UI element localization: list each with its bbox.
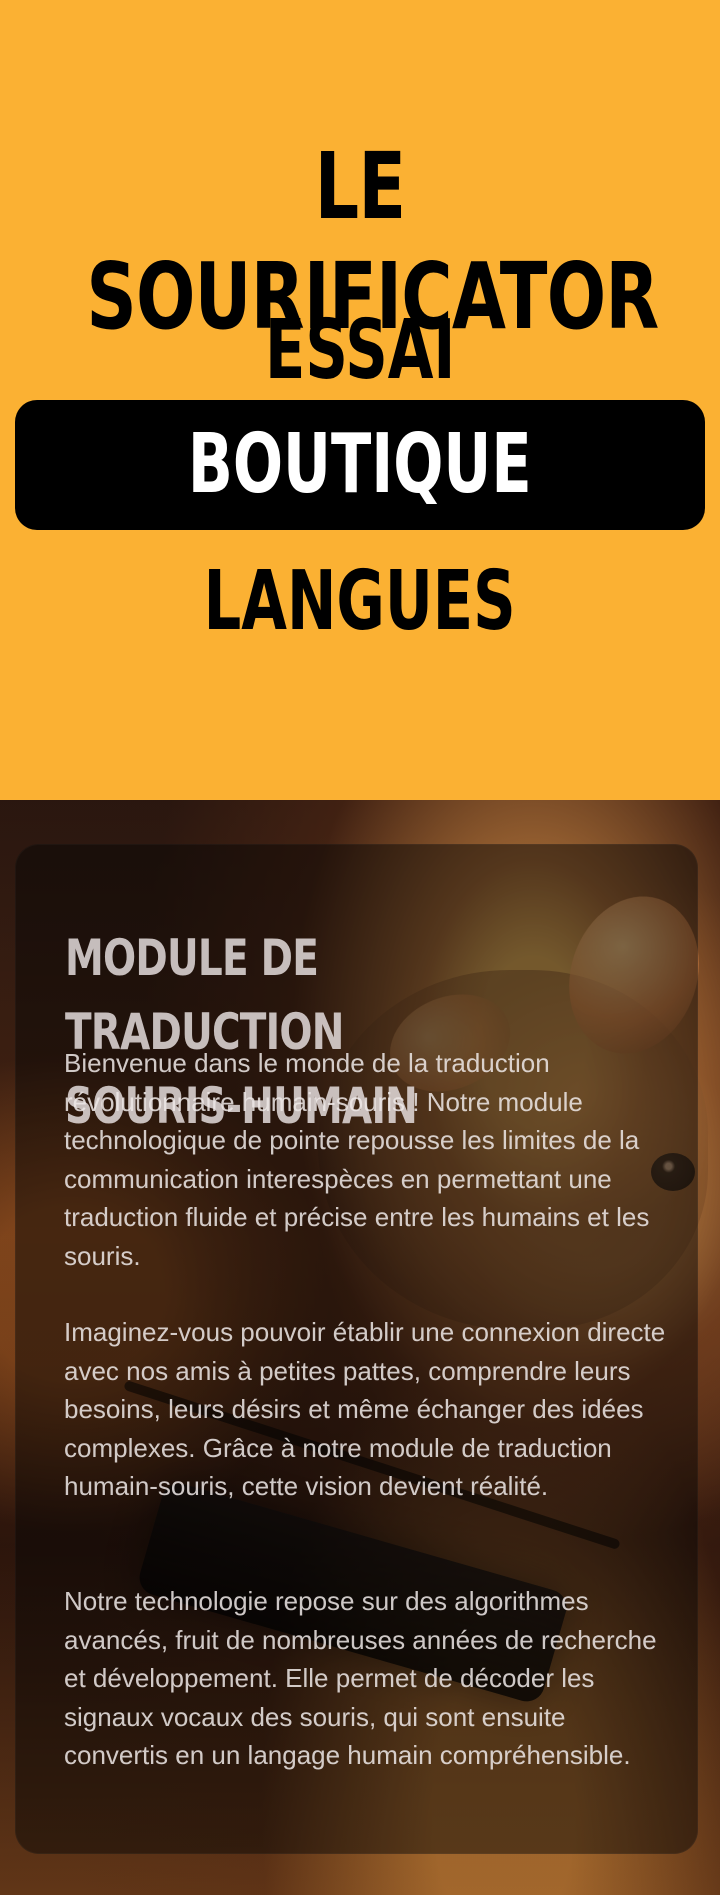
vision-paragraph: Imaginez-vous pouvoir établir une connex…	[64, 1317, 666, 1501]
hero-section: MODULE DE TRADUCTION SOURIS-HUMAIN Bienv…	[0, 800, 720, 1895]
nav-label-langues: LANGUES	[204, 554, 516, 649]
site-header: LE SOURIFICATOR ESSAI BOUTIQUE LANGUES	[0, 0, 720, 800]
nav-label-essai: ESSAI	[264, 303, 456, 398]
translation-module-panel: MODULE DE TRADUCTION SOURIS-HUMAIN Bienv…	[15, 844, 698, 1854]
nav-label-boutique: BOUTIQUE	[188, 417, 532, 512]
technology-paragraph: Notre technologie repose sur des algorit…	[64, 1586, 657, 1770]
nav-item-boutique[interactable]: BOUTIQUE	[15, 400, 705, 530]
nav-item-langues[interactable]: LANGUES	[15, 537, 705, 667]
nav-item-essai[interactable]: ESSAI	[15, 286, 705, 416]
intro-paragraph: Bienvenue dans le monde de la traduction…	[64, 1048, 650, 1271]
